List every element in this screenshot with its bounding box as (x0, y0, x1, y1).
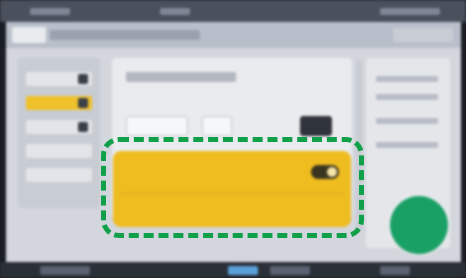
app-title-placeholder (50, 30, 200, 40)
sidebar-item-icon (78, 74, 88, 84)
sidebar-item[interactable] (26, 144, 92, 158)
sidebar-item[interactable] (26, 120, 92, 134)
right-column-line (376, 142, 438, 148)
device-photo (0, 0, 466, 278)
sidebar-item-icon (78, 98, 88, 108)
panel-toggle-button[interactable] (300, 116, 332, 136)
taskbar-item[interactable] (40, 266, 90, 275)
sidebar-item[interactable] (26, 72, 92, 86)
top-bar-item (160, 8, 190, 15)
top-bar-item (380, 8, 440, 15)
top-bar-item (30, 8, 70, 15)
highlight-annotation-outline (101, 137, 364, 238)
taskbar (0, 262, 466, 278)
taskbar-item[interactable] (380, 266, 410, 275)
right-column-line (376, 118, 438, 124)
sidebar-item[interactable] (26, 168, 92, 182)
sidebar-item-icon (78, 122, 88, 132)
panel-heading-placeholder (126, 72, 236, 82)
right-column-line (376, 94, 438, 100)
header-right-control[interactable] (393, 28, 453, 42)
sidebar-item-selected[interactable] (26, 96, 92, 110)
circle-action-icon[interactable] (390, 196, 448, 254)
panel-button[interactable] (202, 116, 232, 136)
right-column-line (376, 76, 438, 82)
app-header (6, 22, 461, 48)
sidebar (18, 58, 100, 208)
panel-button[interactable] (126, 116, 188, 136)
device-top-bar (0, 0, 466, 22)
taskbar-item-active[interactable] (228, 266, 258, 275)
app-logo (12, 27, 46, 43)
taskbar-item[interactable] (270, 266, 310, 275)
